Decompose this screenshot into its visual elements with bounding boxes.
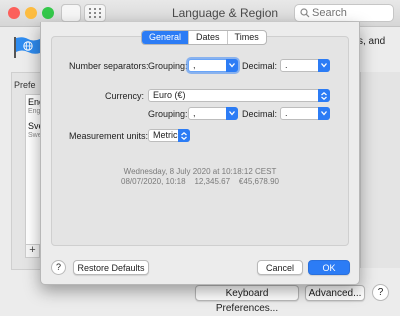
measurement-units-popup[interactable]: Metric bbox=[148, 129, 190, 142]
number-separators-label: Number separators: bbox=[69, 61, 149, 71]
help-button[interactable]: ? bbox=[51, 260, 66, 275]
currency-label: Currency: bbox=[105, 91, 145, 101]
format-preview: 08/07/2020, 10:18 12,345.67 €45,678.90 bbox=[52, 177, 348, 186]
decimal-popup[interactable]: . bbox=[280, 59, 330, 72]
currency-grouping-popup[interactable]: , bbox=[188, 107, 238, 120]
ok-button[interactable]: OK bbox=[308, 260, 350, 275]
language-region-flag-icon bbox=[14, 37, 40, 58]
chevron-down-icon bbox=[321, 111, 327, 116]
advanced-sheet: Number separators: Grouping: , Decimal: … bbox=[40, 22, 360, 285]
minimize-window-button[interactable] bbox=[25, 7, 37, 19]
tab-bar: General Dates Times bbox=[141, 30, 267, 45]
search-icon bbox=[300, 8, 310, 18]
show-all-button[interactable] bbox=[84, 4, 106, 22]
currency-preview: €45,678.90 bbox=[238, 177, 279, 186]
restore-defaults-button[interactable]: Restore Defaults bbox=[73, 260, 149, 275]
search-input[interactable] bbox=[312, 6, 390, 20]
chevron-down-icon bbox=[321, 63, 327, 68]
list-item-sub: Eng bbox=[28, 108, 41, 115]
window-description: s, and bbox=[358, 36, 386, 47]
add-language-button[interactable]: + bbox=[25, 244, 40, 258]
close-window-button[interactable] bbox=[8, 7, 20, 19]
decimal-label: Decimal: bbox=[242, 61, 278, 71]
grouping-label: Grouping: bbox=[148, 61, 188, 71]
general-panel: Number separators: Grouping: , Decimal: … bbox=[51, 36, 349, 246]
cancel-button[interactable]: Cancel bbox=[257, 260, 303, 275]
currency-popup[interactable]: Euro (€) bbox=[148, 89, 330, 102]
chevron-down-icon bbox=[229, 111, 235, 116]
number-preview: 12,345.67 bbox=[194, 177, 231, 186]
tab-times[interactable]: Times bbox=[226, 31, 266, 44]
window-help-button[interactable]: ? bbox=[372, 284, 389, 301]
chevron-updown-icon bbox=[321, 92, 327, 100]
currency-grouping-label: Grouping: bbox=[148, 109, 188, 119]
currency-decimal-popup[interactable]: . bbox=[280, 107, 330, 120]
advanced-button[interactable]: Advanced... bbox=[305, 285, 365, 301]
window-title: Language & Region bbox=[171, 6, 279, 20]
keyboard-preferences-button[interactable]: Keyboard Preferences... bbox=[195, 285, 299, 314]
grouping-popup[interactable]: , bbox=[188, 59, 238, 72]
search-field[interactable] bbox=[294, 4, 394, 22]
tab-dates[interactable]: Dates bbox=[188, 31, 227, 44]
date-preview: Wednesday, 8 July 2020 at 10:18:12 CEST bbox=[123, 167, 277, 176]
date-time-preview: 08/07/2020, 10:18 bbox=[121, 177, 186, 186]
grid-icon bbox=[89, 8, 101, 18]
tab-general[interactable]: General bbox=[142, 31, 189, 44]
zoom-window-button[interactable] bbox=[42, 7, 54, 19]
measurement-units-label: Measurement units: bbox=[69, 131, 149, 141]
preferred-languages-label: Prefe bbox=[14, 80, 36, 90]
currency-decimal-label: Decimal: bbox=[242, 109, 278, 119]
chevron-down-icon bbox=[229, 63, 235, 68]
region-settings-box bbox=[360, 72, 400, 268]
chevron-updown-icon bbox=[181, 132, 187, 140]
